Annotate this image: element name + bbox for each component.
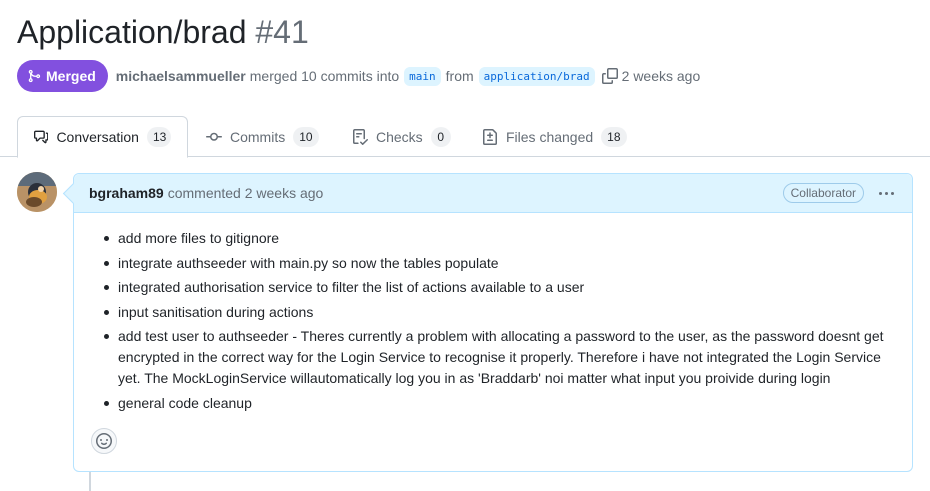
copy-icon [601,68,618,84]
tab-commits[interactable]: Commits 10 [190,116,335,157]
comment-options-button[interactable] [879,184,894,202]
from-text: from [445,68,474,84]
tab-checks-label: Checks [376,128,423,145]
pr-author-link[interactable]: michaelsammueller [116,68,246,84]
merge-action-text: merged 10 commits into [249,68,400,84]
list-item: input sanitisation during actions [102,302,896,323]
kebab-dot-icon [879,191,882,195]
tab-commits-counter: 10 [293,126,319,147]
tab-checks-counter: 0 [430,126,451,147]
list-item: add test user to authseeder - Theres cur… [102,326,896,389]
tab-commits-label: Commits [230,128,286,145]
comment-card: bgraham89 commented 2 weeks ago Collabor… [73,173,913,472]
pr-number: #41 [255,14,309,50]
pr-title: Application/brad #41 [17,14,309,51]
tab-files-changed[interactable]: Files changed 18 [466,116,643,157]
list-item: general code cleanup [102,393,896,414]
tab-conversation-label: Conversation [56,129,139,145]
kebab-dot-icon [891,191,894,195]
add-reaction-button[interactable] [91,428,117,454]
pr-meta: Merged michaelsammueller merged 10 commi… [17,60,700,92]
avatar[interactable] [17,172,57,212]
collaborator-badge: Collaborator [782,183,864,203]
tab-conversation[interactable]: Conversation 13 [17,116,188,158]
merged-state-badge: Merged [17,60,108,92]
tab-conversation-counter: 13 [146,127,171,147]
comment-body: add more files to gitignore integrate au… [74,213,912,414]
timeline-line [89,472,91,491]
comment-discussion-icon [34,130,49,144]
avatar-photo [17,172,57,212]
commenter-link[interactable]: bgraham89 [89,185,164,201]
base-branch-link[interactable]: main [404,66,441,86]
kebab-dot-icon [885,191,888,195]
tab-checks[interactable]: Checks 0 [336,116,467,157]
smiley-icon [96,433,112,449]
list-item: integrate authseeder with main.py so now… [102,253,896,274]
pr-title-text: Application/brad [17,14,247,50]
change-list: add more files to gitignore integrate au… [102,228,896,414]
git-merge-icon [28,69,41,83]
git-commit-icon [206,132,222,141]
tab-files-changed-counter: 18 [601,126,627,147]
head-branch-link[interactable]: application/brad [478,66,595,86]
file-diff-icon [483,128,497,145]
pr-tabs: Conversation 13 Commits 10 Checks 0 File… [0,116,930,158]
list-item: add more files to gitignore [102,228,896,249]
merged-time: 2 weeks ago [621,68,701,84]
checklist-icon [353,128,368,145]
tab-files-changed-label: Files changed [506,128,594,145]
copy-branch-button[interactable] [601,68,618,84]
merged-state-label: Merged [46,68,96,84]
comment-header: bgraham89 commented 2 weeks ago Collabor… [74,174,912,213]
comment-timestamp[interactable]: commented 2 weeks ago [168,185,324,201]
list-item: integrated authorisation service to filt… [102,277,896,298]
